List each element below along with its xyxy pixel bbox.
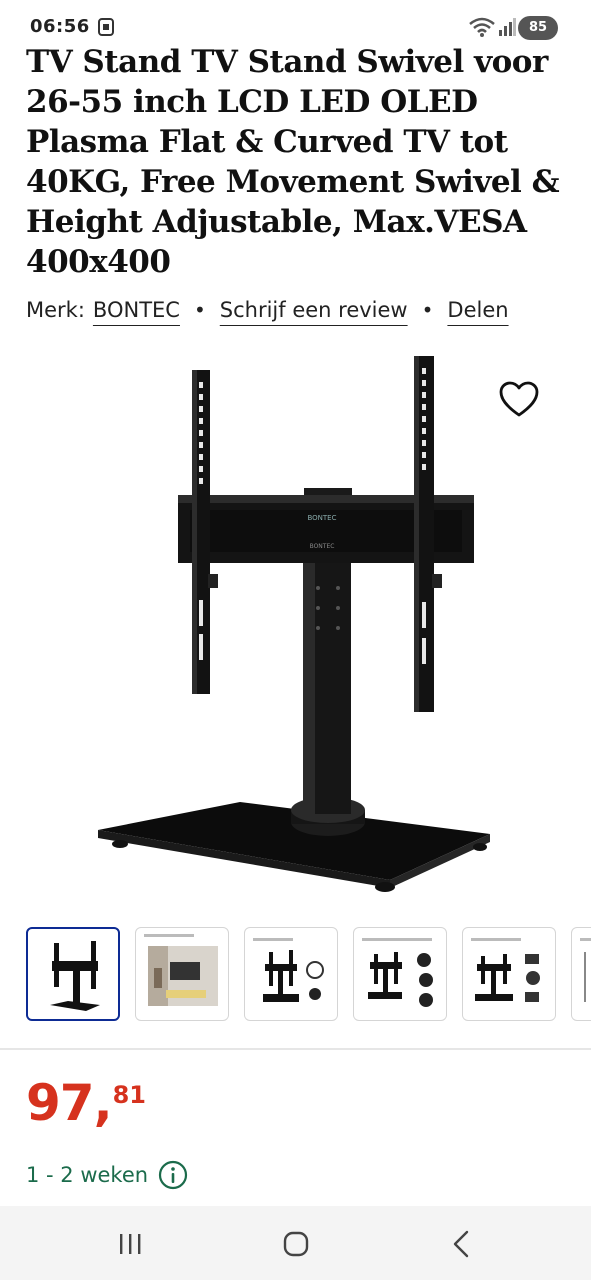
write-review-link[interactable]: Schrijf een review xyxy=(220,298,408,322)
thumbnail-5[interactable] xyxy=(462,927,556,1021)
bracket-brand-text-lower: BONTEC xyxy=(310,543,335,550)
thumbnail-3[interactable] xyxy=(244,927,338,1021)
price-integer: 97 xyxy=(26,1074,95,1132)
thumbnail-features-image xyxy=(362,938,433,1007)
brand-link[interactable]: BONTEC xyxy=(93,298,180,322)
sim-icon xyxy=(98,18,114,36)
back-icon[interactable] xyxy=(442,1224,482,1264)
separator-dot: • xyxy=(193,298,206,322)
thumbnail-stand-detail-image xyxy=(253,938,324,1002)
info-icon[interactable] xyxy=(158,1160,188,1190)
status-time: 06:56 xyxy=(30,16,90,37)
thumbnail-quality-image xyxy=(471,938,540,1002)
system-navigation-bar xyxy=(0,1206,591,1280)
thumbnail-1[interactable] xyxy=(26,927,120,1021)
thumbnail-room-image xyxy=(144,934,218,1006)
signal-icon xyxy=(499,18,516,36)
battery-icon: 85 xyxy=(518,16,558,40)
thumbnail-stand-icon xyxy=(50,941,100,1011)
brand-label: Merk: xyxy=(26,298,85,322)
product-meta-row: Merk: BONTEC • Schrijf een review • Dele… xyxy=(26,298,509,322)
wifi-icon xyxy=(469,17,495,37)
product-title: TV Stand TV Stand Swivel voor 26-55 inch… xyxy=(26,44,560,280)
separator-dot: • xyxy=(421,298,434,322)
heart-icon[interactable] xyxy=(498,380,540,420)
status-bar: 06:56 85 xyxy=(0,0,591,44)
delivery-text: 1 - 2 weken xyxy=(26,1163,149,1187)
thumbnail-4[interactable] xyxy=(353,927,447,1021)
product-image[interactable]: BONTEC BONTEC xyxy=(90,352,500,897)
thumbnail-dimensions-image xyxy=(580,938,591,1002)
price-separator: , xyxy=(93,1074,113,1132)
bracket-brand-text: BONTEC xyxy=(307,514,336,522)
delivery-time: 1 - 2 weken xyxy=(26,1160,188,1190)
home-icon[interactable] xyxy=(276,1224,316,1264)
share-link[interactable]: Delen xyxy=(447,298,508,322)
price: 97 , 81 xyxy=(26,1076,146,1130)
thumbnail-2[interactable] xyxy=(135,927,229,1021)
thumbnail-strip xyxy=(26,927,591,1023)
section-divider xyxy=(0,1048,591,1050)
recent-apps-icon[interactable] xyxy=(110,1224,150,1264)
thumbnail-6[interactable] xyxy=(571,927,591,1021)
price-decimals: 81 xyxy=(112,1081,146,1109)
